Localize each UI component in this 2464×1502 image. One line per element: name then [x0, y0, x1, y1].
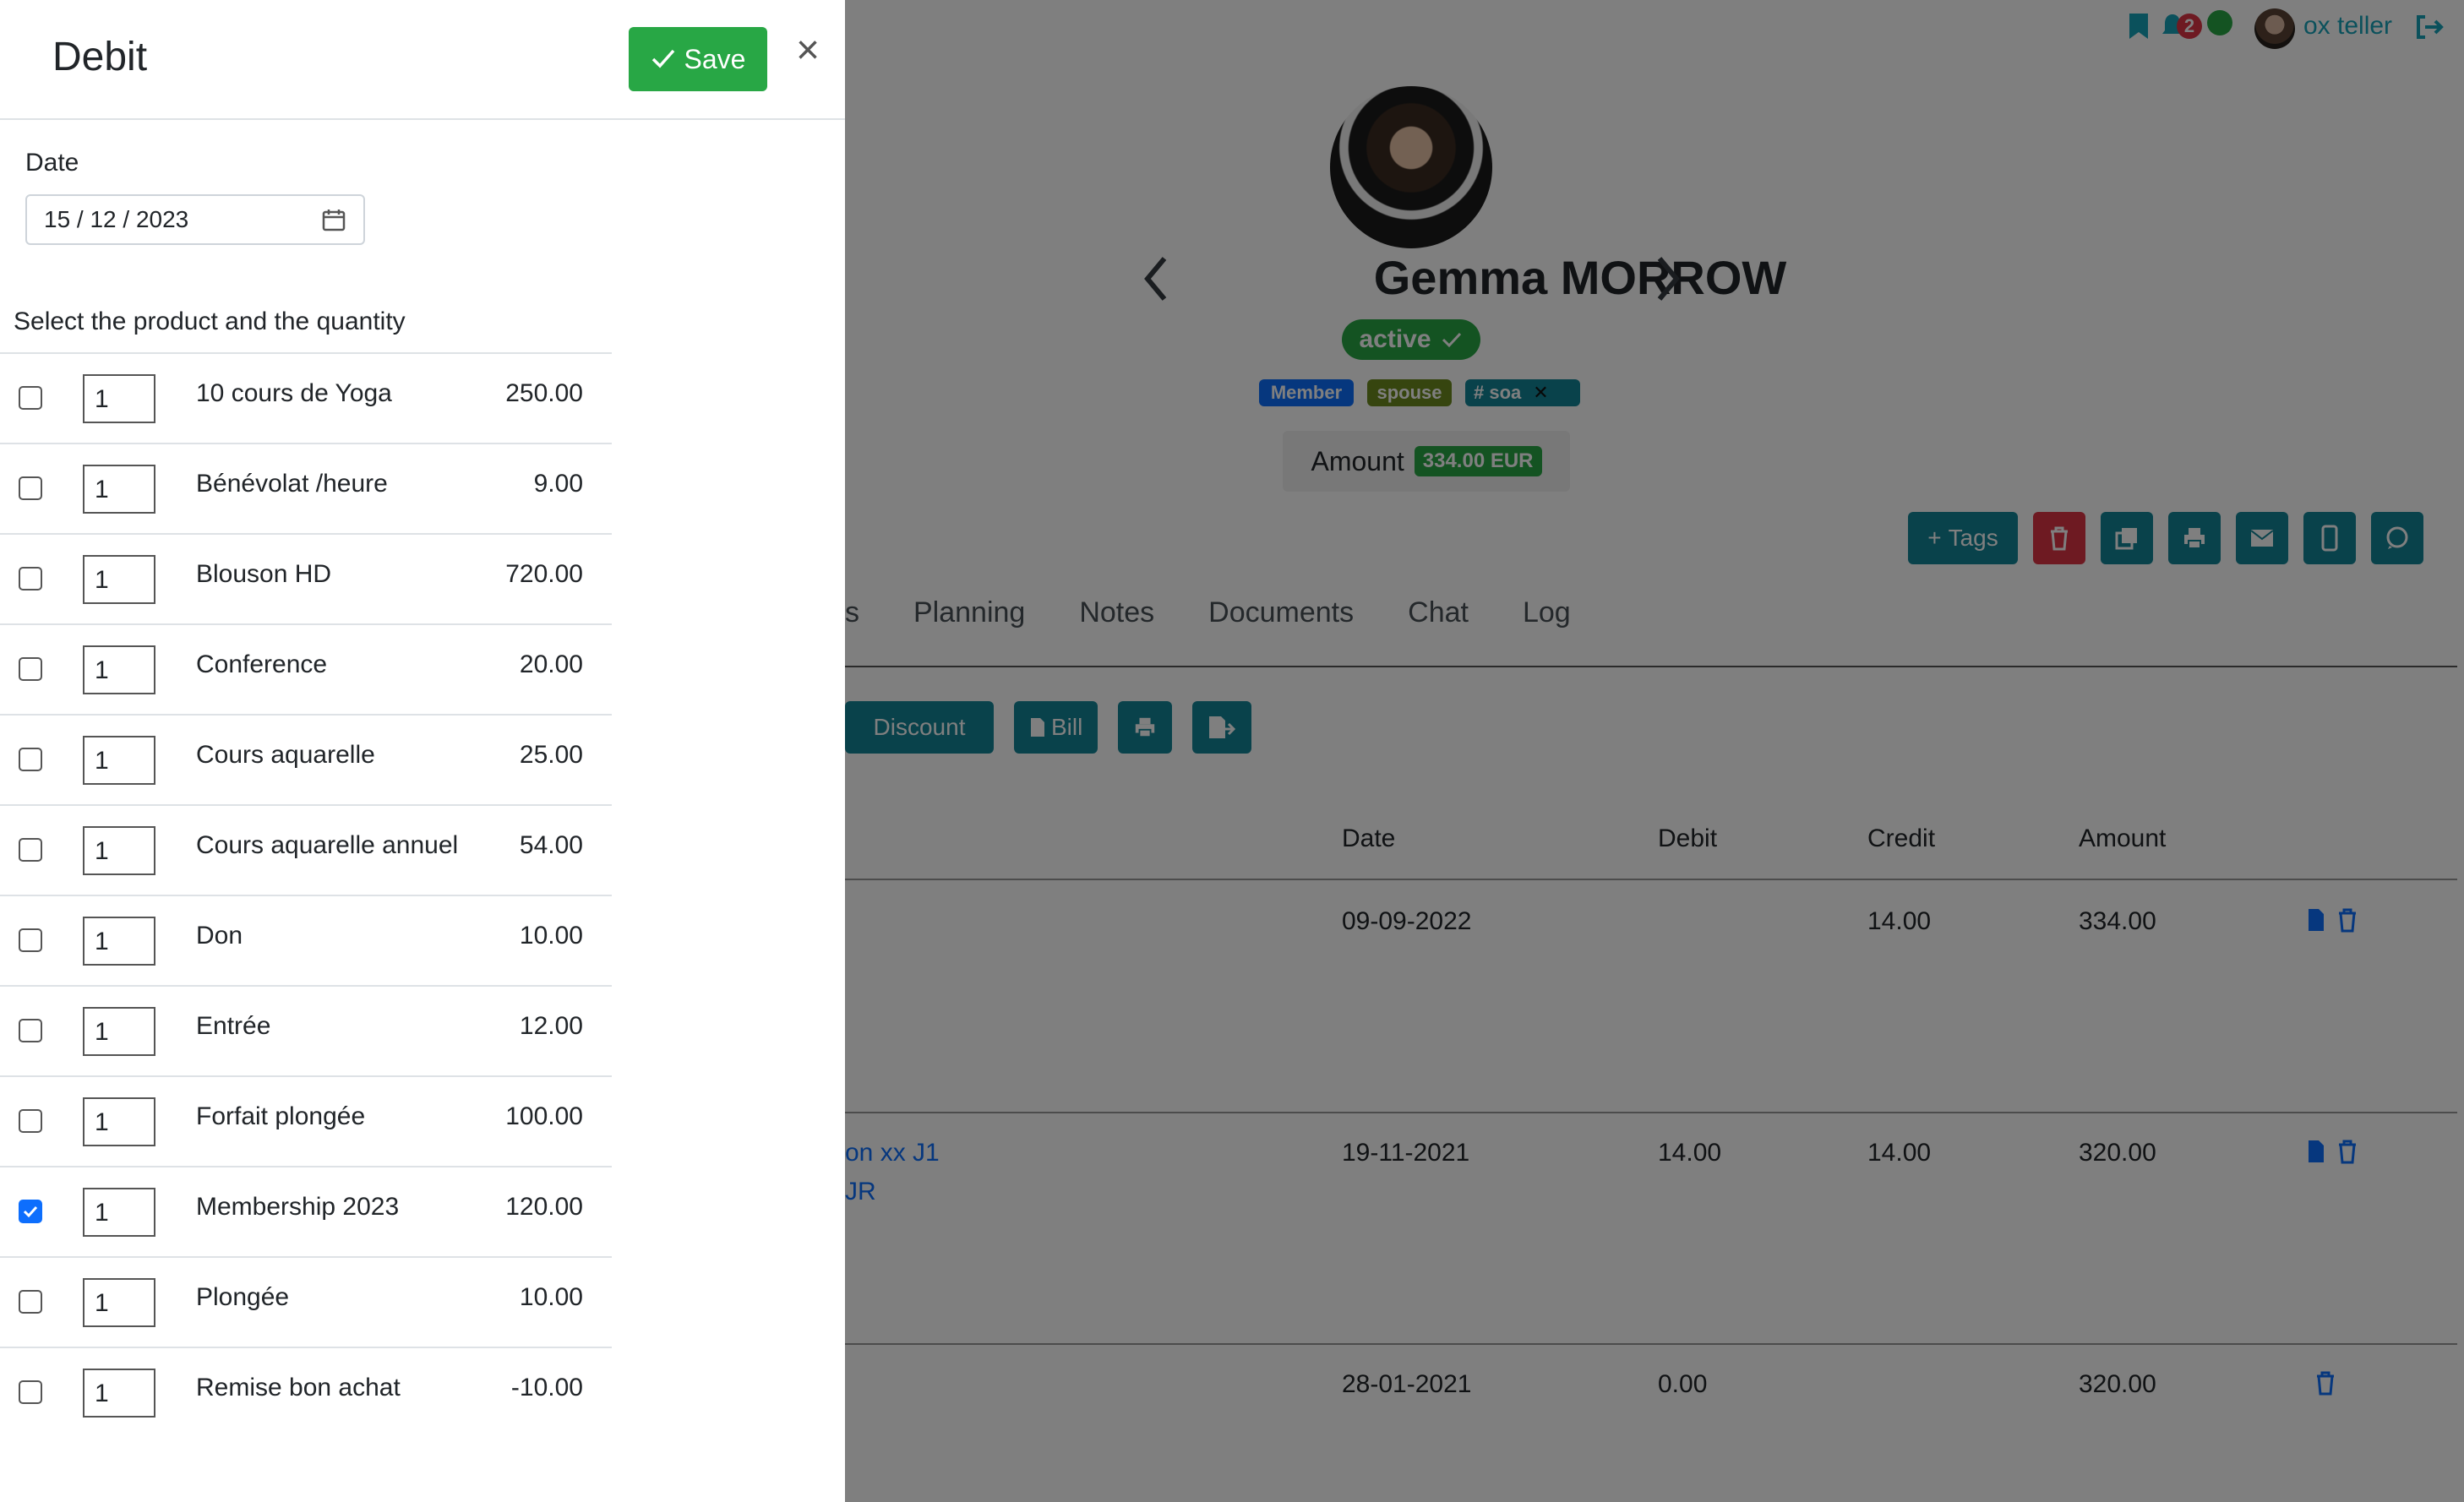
product-row: 1 Blouson HD 720.00 [0, 533, 612, 623]
product-checkbox[interactable] [19, 386, 42, 410]
product-checkbox[interactable] [19, 1380, 42, 1404]
quantity-input[interactable]: 1 [83, 826, 155, 875]
product-price: -10.00 [510, 1374, 583, 1401]
date-input[interactable]: 15 / 12 / 2023 [25, 194, 365, 245]
product-checkbox[interactable] [19, 1200, 42, 1223]
product-name: Forfait plongée [196, 1102, 366, 1130]
product-price: 250.00 [505, 379, 583, 407]
product-checkbox[interactable] [19, 1290, 42, 1314]
product-checkbox[interactable] [19, 748, 42, 771]
panel-title: Debit [52, 35, 148, 79]
check-icon [23, 1205, 38, 1218]
date-label: Date [25, 149, 79, 177]
product-row: 1 Don 10.00 [0, 895, 612, 985]
product-checkbox[interactable] [19, 657, 42, 681]
product-price: 10.00 [519, 922, 583, 950]
panel-header-divider [0, 118, 845, 120]
product-price: 20.00 [519, 650, 583, 678]
quantity-input[interactable]: 1 [83, 736, 155, 785]
product-price: 120.00 [505, 1193, 583, 1221]
quantity-input[interactable]: 1 [83, 645, 155, 694]
product-row: 1 Remise bon achat -10.00 [0, 1347, 612, 1437]
check-icon [651, 49, 674, 68]
product-price: 720.00 [505, 560, 583, 588]
product-row: 1 Entrée 12.00 [0, 985, 612, 1075]
product-name: Remise bon achat [196, 1374, 401, 1401]
product-name: Plongée [196, 1283, 290, 1311]
close-icon[interactable]: × [791, 30, 825, 71]
product-checkbox[interactable] [19, 928, 42, 952]
product-price: 25.00 [519, 741, 583, 769]
product-name: Cours aquarelle annuel [196, 831, 459, 859]
product-checkbox[interactable] [19, 567, 42, 590]
quantity-input[interactable]: 1 [83, 917, 155, 966]
product-select-label: Select the product and the quantity [14, 307, 406, 335]
product-checkbox[interactable] [19, 1109, 42, 1133]
quantity-input[interactable]: 1 [83, 374, 155, 423]
calendar-icon[interactable] [321, 207, 346, 232]
product-price: 12.00 [519, 1012, 583, 1040]
product-price: 9.00 [533, 470, 583, 498]
product-name: 10 cours de Yoga [196, 379, 392, 407]
quantity-input[interactable]: 1 [83, 1097, 155, 1146]
product-name: Blouson HD [196, 560, 332, 588]
product-row: 1 Membership 2023 120.00 [0, 1166, 612, 1256]
product-checkbox[interactable] [19, 476, 42, 500]
product-checkbox[interactable] [19, 1019, 42, 1042]
save-button[interactable]: Save [629, 27, 767, 91]
product-name: Conference [196, 650, 328, 678]
product-name: Membership 2023 [196, 1193, 400, 1221]
product-row: 1 Cours aquarelle annuel 54.00 [0, 804, 612, 895]
quantity-input[interactable]: 1 [83, 1369, 155, 1418]
product-name: Cours aquarelle [196, 741, 375, 769]
product-name: Entrée [196, 1012, 271, 1040]
product-price: 54.00 [519, 831, 583, 859]
product-price: 10.00 [519, 1283, 583, 1311]
quantity-input[interactable]: 1 [83, 465, 155, 514]
product-row: 1 Forfait plongée 100.00 [0, 1075, 612, 1166]
product-row: 1 Bénévolat /heure 9.00 [0, 443, 612, 533]
save-button-label: Save [684, 43, 746, 74]
debit-panel: Debit Save × Date 15 / 12 / 2023 Select … [0, 0, 845, 1502]
quantity-input[interactable]: 1 [83, 1007, 155, 1056]
product-row: 1 10 cours de Yoga 250.00 [0, 352, 612, 443]
product-checkbox[interactable] [19, 838, 42, 862]
product-name: Bénévolat /heure [196, 470, 388, 498]
quantity-input[interactable]: 1 [83, 1188, 155, 1237]
date-value: 15 / 12 / 2023 [44, 206, 189, 232]
product-row: 1 Conference 20.00 [0, 623, 612, 714]
quantity-input[interactable]: 1 [83, 555, 155, 604]
product-list: 1 10 cours de Yoga 250.00 1 Bénévolat /heure… [0, 352, 612, 1437]
product-row: 1 Cours aquarelle 25.00 [0, 714, 612, 804]
product-row: 1 Plongée 10.00 [0, 1256, 612, 1347]
product-name: Don [196, 922, 243, 950]
quantity-input[interactable]: 1 [83, 1278, 155, 1327]
product-price: 100.00 [505, 1102, 583, 1130]
